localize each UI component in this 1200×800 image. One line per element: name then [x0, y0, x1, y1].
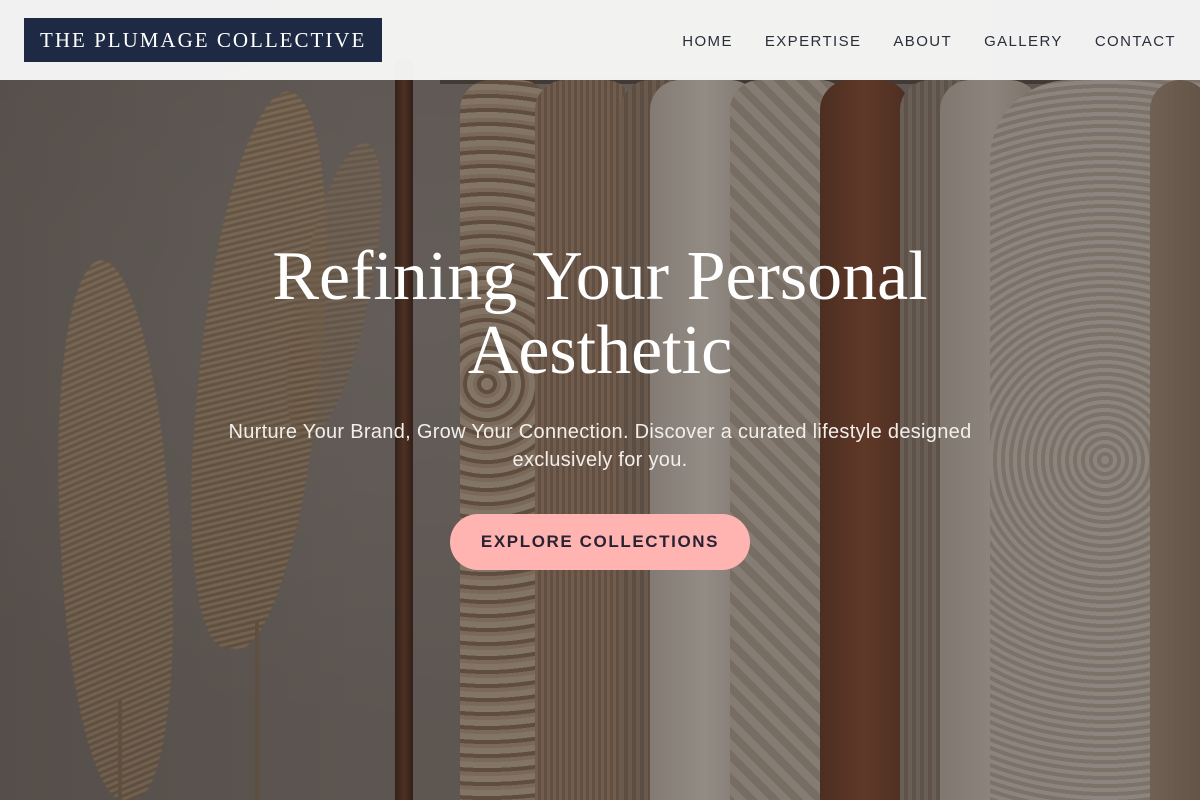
brand-logo[interactable]: THE PLUMAGE COLLECTIVE — [24, 18, 383, 62]
nav-link-expertise[interactable]: EXPERTISE — [765, 33, 862, 50]
nav-item-contact: CONTACT — [1095, 31, 1176, 50]
nav-link-home[interactable]: HOME — [682, 33, 733, 50]
main-nav: HOME EXPERTISE ABOUT GALLERY CONTACT — [682, 31, 1176, 50]
nav-item-about: ABOUT — [893, 31, 952, 50]
hero-subtitle: Nurture Your Brand, Grow Your Connection… — [228, 421, 972, 471]
explore-collections-button[interactable]: EXPLORE COLLECTIONS — [450, 514, 750, 570]
nav-link-about[interactable]: ABOUT — [893, 33, 952, 50]
nav-item-gallery: GALLERY — [984, 31, 1063, 50]
nav-item-home: HOME — [682, 31, 733, 50]
nav-link-gallery[interactable]: GALLERY — [984, 33, 1063, 50]
site-header: THE PLUMAGE COLLECTIVE HOME EXPERTISE AB… — [0, 0, 1200, 80]
hero-title: Refining Your Personal Aesthetic — [272, 238, 928, 389]
nav-item-expertise: EXPERTISE — [765, 31, 862, 50]
hero-section: Refining Your Personal Aesthetic Nurture… — [0, 80, 1200, 800]
nav-link-contact[interactable]: CONTACT — [1095, 33, 1176, 50]
page: THE PLUMAGE COLLECTIVE HOME EXPERTISE AB… — [0, 0, 1200, 800]
